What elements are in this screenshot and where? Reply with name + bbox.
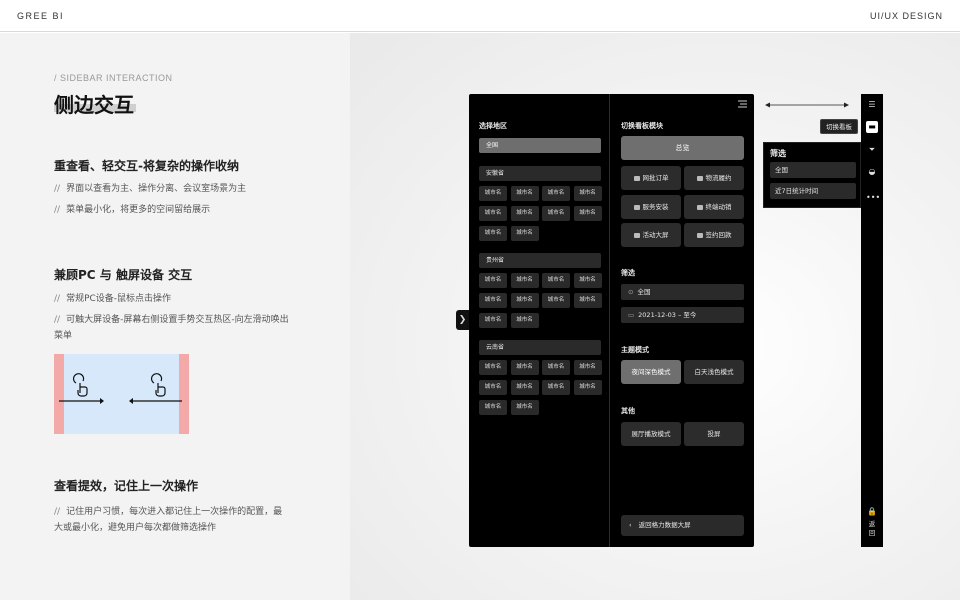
region-all-chip[interactable]: 全国 <box>479 138 601 153</box>
city-chip[interactable]: 城市名 <box>479 293 507 308</box>
filter-popup: 筛选 全国 近7日统计时间 <box>763 142 861 208</box>
brand-label: GREE BI <box>17 11 65 21</box>
side-rail <box>861 94 883 547</box>
module-icon <box>633 232 640 238</box>
section-1-point-1: //界面以查看为主、操作分离、会议室场景为主 <box>54 184 247 194</box>
section-3-point-1: //记住用户习惯，每次进入都记住上一次操作的配置，最 <box>54 507 283 517</box>
section-heading-2: 兼顾PC 与 触屏设备 交互 <box>54 268 193 282</box>
panel-divider <box>609 94 610 547</box>
city-chip[interactable]: 城市名 <box>479 273 507 288</box>
chevron-left-icon: ‹ <box>629 521 632 529</box>
section-2-point-2: //可触大屏设备-屏幕右侧设置手势交互热区-向左滑动唤出 <box>54 315 289 325</box>
city-chip[interactable]: 城市名 <box>573 293 602 308</box>
gesture-illustration <box>54 354 189 434</box>
module-tile[interactable]: 签约回款 <box>684 223 744 247</box>
city-chip[interactable]: 城市名 <box>510 380 539 395</box>
city-chip[interactable]: 城市名 <box>479 400 507 415</box>
swipe-arrows-icon <box>59 373 182 404</box>
section-heading-1: 重查看、轻交互-将复杂的操作收纳 <box>54 159 239 173</box>
lock-icon[interactable]: 🔒 <box>866 506 878 518</box>
city-chip[interactable]: 城市名 <box>479 313 507 328</box>
board-label: 切换看板模块 <box>621 122 663 130</box>
city-chip[interactable]: 城市名 <box>542 273 570 288</box>
city-chip[interactable]: 城市名 <box>479 206 507 221</box>
module-tile[interactable]: 活动大屏 <box>621 223 681 247</box>
sidebar-toggle-handle[interactable]: ❯ <box>456 310 469 330</box>
tag-label: UI/UX DESIGN <box>869 11 943 21</box>
city-chip[interactable]: 城市名 <box>510 186 539 201</box>
popup-title: 筛选 <box>770 149 786 158</box>
city-chip[interactable]: 城市名 <box>510 313 539 328</box>
rail-back-button[interactable]: 返回 <box>866 520 878 538</box>
city-chip[interactable]: 城市名 <box>510 226 539 241</box>
calendar-icon: ▭ <box>628 311 635 319</box>
module-icon <box>696 232 703 238</box>
city-chip[interactable]: 城市名 <box>510 400 539 415</box>
top-bar: GREE BI UI/UX DESIGN <box>0 0 960 32</box>
theme-label: 主题模式 <box>621 346 649 354</box>
module-icon <box>696 204 703 210</box>
date-range-field[interactable]: ▭ 2021-12-03 – 至今 <box>621 307 744 323</box>
city-chip[interactable]: 城市名 <box>573 206 602 221</box>
city-chip[interactable]: 城市名 <box>542 293 570 308</box>
city-chip[interactable]: 城市名 <box>542 206 570 221</box>
region-label: 选择地区 <box>479 122 507 130</box>
other-label: 其他 <box>621 407 635 415</box>
page-title: 侧边交互 <box>54 93 134 117</box>
filter-label: 筛选 <box>621 269 635 277</box>
theme-icon[interactable]: ◒ <box>866 166 878 178</box>
dashboard-icon[interactable]: ▬ <box>866 121 878 133</box>
module-icon <box>696 175 703 181</box>
cast-button[interactable]: 投屏 <box>684 422 744 446</box>
double-arrow-icon <box>765 102 849 108</box>
collapse-menu-icon[interactable] <box>738 100 747 108</box>
city-chip[interactable]: 城市名 <box>510 206 539 221</box>
module-tile[interactable]: 服务安装 <box>621 195 681 219</box>
location-icon: ⊙ <box>628 288 634 296</box>
province-guizhou[interactable]: 贵州省 <box>479 253 601 268</box>
filter-icon[interactable]: ⏷ <box>866 144 878 156</box>
city-chip[interactable]: 城市名 <box>542 186 570 201</box>
city-chip[interactable]: 城市名 <box>542 360 570 375</box>
more-icon[interactable]: ••• <box>866 192 880 204</box>
module-tile[interactable]: 网批订单 <box>621 166 681 190</box>
section-3-point-1-cont: 大或最小化，避免用户每次都做筛选操作 <box>54 523 217 533</box>
module-tile[interactable]: 终端动销 <box>684 195 744 219</box>
module-tile[interactable]: 物流履约 <box>684 166 744 190</box>
province-yunnan[interactable]: 云南省 <box>479 340 601 355</box>
city-chip[interactable]: 城市名 <box>479 360 507 375</box>
city-chip[interactable]: 城市名 <box>510 293 539 308</box>
city-chip[interactable]: 城市名 <box>479 186 507 201</box>
city-chip[interactable]: 城市名 <box>573 273 602 288</box>
dark-mode-button[interactable]: 夜间深色模式 <box>621 360 681 384</box>
city-chip[interactable]: 城市名 <box>573 380 602 395</box>
city-chip[interactable]: 城市名 <box>479 380 507 395</box>
section-2-point-1: //常规PC设备-鼠标点击操作 <box>54 294 172 304</box>
back-to-dashboard-button[interactable]: ‹ 返回格力数据大屏 <box>621 515 744 536</box>
hall-mode-button[interactable]: 展厅播放模式 <box>621 422 681 446</box>
module-icon <box>633 204 640 210</box>
city-chip[interactable]: 城市名 <box>573 186 602 201</box>
dashboard-tooltip: 切换看板 <box>820 119 858 134</box>
province-anhui[interactable]: 安徽省 <box>479 166 601 181</box>
city-chip[interactable]: 城市名 <box>479 226 507 241</box>
region-filter-field[interactable]: ⊙ 全国 <box>621 284 744 300</box>
module-icon <box>633 175 640 181</box>
light-mode-button[interactable]: 白天浅色模式 <box>684 360 744 384</box>
popup-period-field[interactable]: 近7日统计时间 <box>770 183 856 199</box>
menu-icon[interactable]: ☰ <box>866 99 878 111</box>
city-chip[interactable]: 城市名 <box>510 273 539 288</box>
city-chip[interactable]: 城市名 <box>573 360 602 375</box>
city-chip[interactable]: 城市名 <box>542 380 570 395</box>
section-heading-3: 查看提效，记住上一次操作 <box>54 479 199 493</box>
popup-region-field[interactable]: 全国 <box>770 162 856 178</box>
overview-tile[interactable]: 总览 <box>621 136 744 160</box>
eyebrow-label: / SIDEBAR INTERACTION <box>54 73 173 83</box>
section-1-point-2: //菜单最小化，将更多的空间留给展示 <box>54 205 211 215</box>
section-2-point-2-cont: 菜单 <box>54 331 73 341</box>
city-chip[interactable]: 城市名 <box>510 360 539 375</box>
